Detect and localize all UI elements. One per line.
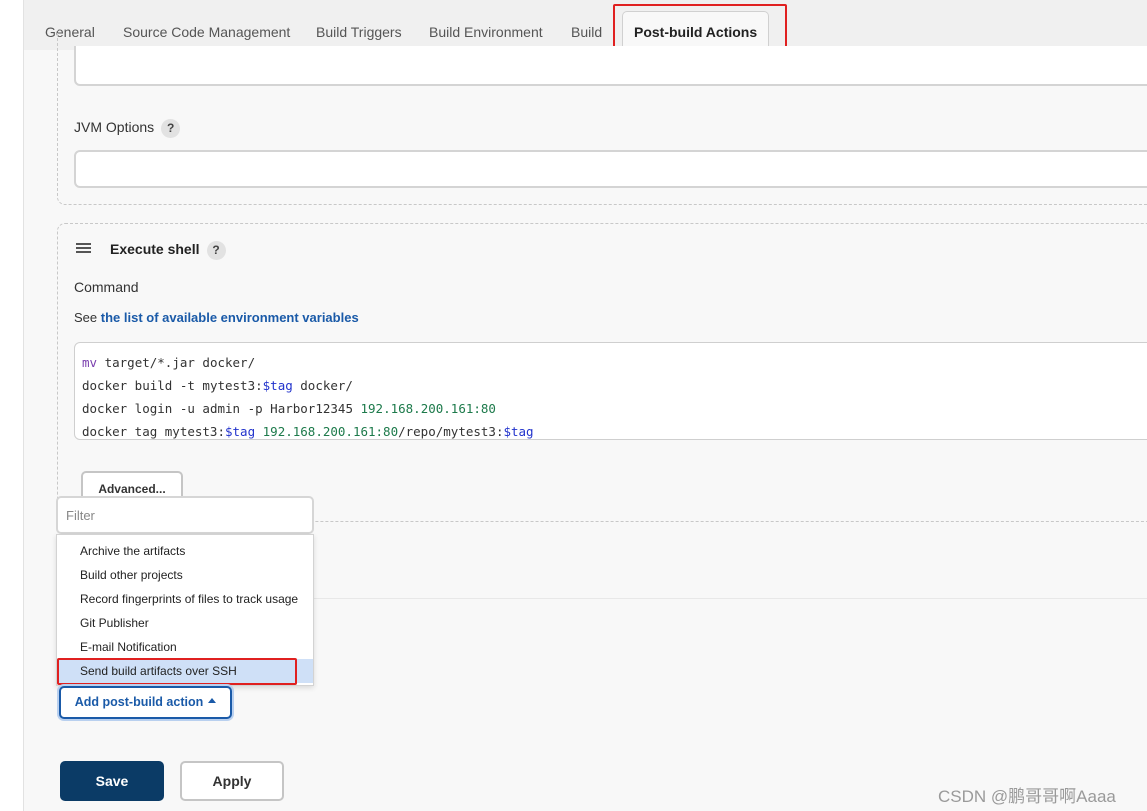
jvm-options-input[interactable] [74,150,1147,188]
previous-text-field[interactable] [74,46,1147,86]
code-line: docker tag mytest3:$tag 192.168.200.161:… [82,424,534,439]
execute-shell-title: Execute shell? [110,241,226,260]
command-label: Command [74,279,139,295]
jvm-options-label: JVM Options? [74,119,181,138]
code-line: mv target/*.jar docker/ [82,355,256,370]
apply-button[interactable]: Apply [180,761,284,801]
execute-shell-title-text: Execute shell [110,241,200,258]
left-gutter [0,0,24,811]
save-button[interactable]: Save [60,761,164,801]
filter-input[interactable] [56,496,314,534]
env-vars-prefix: See [74,310,101,325]
post-build-action-menu: Archive the artifacts Build other projec… [56,534,314,686]
menu-item-build-other-projects[interactable]: Build other projects [57,563,313,587]
jvm-options-text: JVM Options [74,119,155,136]
section-divider [314,598,1147,599]
command-textarea[interactable]: mv target/*.jar docker/ docker build -t … [74,342,1147,440]
menu-item-record-fingerprints[interactable]: Record fingerprints of files to track us… [57,587,313,611]
menu-item-send-artifacts-over-ssh[interactable]: Send build artifacts over SSH [57,659,313,683]
menu-item-git-publisher[interactable]: Git Publisher [57,611,313,635]
help-icon[interactable]: ? [206,241,226,260]
menu-item-email-notification[interactable]: E-mail Notification [57,635,313,659]
env-vars-link[interactable]: the list of available environment variab… [101,310,359,325]
code-line: docker login -u admin -p Harbor12345 192… [82,401,496,416]
drag-handle-icon[interactable] [76,243,91,253]
caret-up-icon [208,698,217,704]
env-vars-line: See the list of available environment va… [74,310,359,325]
watermark: CSDN @鹏哥哥啊Aaaa [938,787,1116,806]
help-icon[interactable]: ? [161,119,181,138]
add-post-build-action-button[interactable]: Add post-build action [59,686,232,719]
add-post-build-action-label: Add post-build action [74,695,204,709]
code-line: docker build -t mytest3:$tag docker/ [82,378,353,393]
menu-item-archive-artifacts[interactable]: Archive the artifacts [57,539,313,563]
